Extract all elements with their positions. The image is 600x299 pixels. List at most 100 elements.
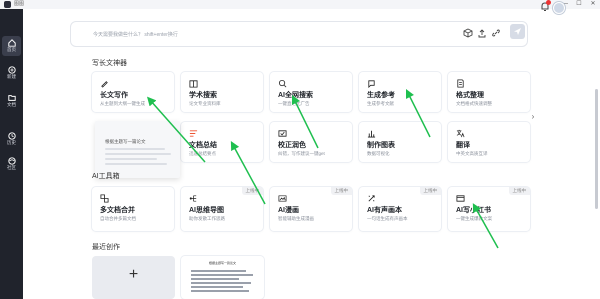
card-title: AI思维导图: [189, 207, 224, 214]
card-audio-book[interactable]: 上线中 AI有声画本 一句话生成有声画本: [359, 187, 441, 231]
close-button[interactable]: ✕: [586, 0, 600, 9]
note-icon: [456, 195, 465, 202]
card-title: 长文写作: [100, 92, 128, 99]
plus-icon: +: [128, 266, 139, 283]
card-title: 格式整理: [456, 92, 484, 99]
app-logo-icon: [4, 1, 11, 8]
section-title-recent: 最近创作: [92, 244, 120, 251]
section-title-long-writing: 写长文神器: [92, 60, 127, 67]
card-title: AI全网搜索: [278, 92, 313, 99]
preview-line: [105, 148, 165, 150]
card-academic-search[interactable]: 学术搜索 论文专业资料库: [181, 72, 263, 112]
card-subtitle: 一键生成爆款文案: [456, 216, 492, 221]
card-subtitle: 一句话生成有声画本: [367, 216, 408, 221]
chat-input[interactable]: 今天需要我做些什么？ shift+enter换行: [93, 31, 178, 38]
audio-book-icon: [368, 195, 375, 202]
avatar[interactable]: [553, 2, 565, 14]
card-title: 学术搜索: [189, 92, 217, 99]
sidebar-item-label: 文档: [7, 102, 16, 107]
card-translate[interactable]: 翻译 中英文高质互译: [448, 122, 530, 162]
community-icon: [7, 157, 16, 165]
send-button[interactable]: [510, 24, 525, 39]
card-generate-reference[interactable]: 生成参考 生成参考文献: [359, 72, 441, 112]
doc-line: [191, 286, 243, 288]
history-icon: [7, 132, 16, 140]
sidebar: 首页 新建 文档 历史 社区: [0, 9, 23, 299]
card-xiaohongshu[interactable]: 上线中 AI写小红书 一键生成爆款文案: [448, 187, 530, 231]
card-subtitle: 文档格式快速调整: [456, 101, 492, 106]
link-icon[interactable]: [491, 28, 501, 38]
format-icon: [457, 79, 464, 88]
status-badge: 上线中: [330, 187, 352, 195]
card-subtitle: 迅速总结要点: [189, 151, 216, 156]
comic-icon: [278, 195, 287, 202]
summary-icon: [189, 130, 198, 137]
maximize-button[interactable]: ☐: [572, 0, 586, 9]
status-badge: 上线中: [419, 187, 441, 195]
sidebar-item-new[interactable]: 新建: [2, 63, 21, 83]
preview-title: 根据主题写一篇论文: [105, 139, 146, 144]
card-title: 生成参考: [367, 92, 395, 99]
card-subtitle: 生成参考文献: [367, 101, 394, 106]
sidebar-item-label: 首页: [7, 47, 16, 52]
doc-line: [191, 290, 249, 292]
card-format[interactable]: 格式整理 文档格式快速调整: [448, 72, 530, 112]
preview-line: [105, 153, 171, 155]
folder-icon: [7, 95, 16, 101]
sidebar-item-label: 历史: [7, 140, 16, 145]
sidebar-item-label: 社区: [7, 165, 16, 170]
card-subtitle: 智能辅助生成漫画: [278, 216, 314, 221]
card-proofread[interactable]: 校正润色 纠错，写作建议一键get: [270, 122, 352, 162]
card-web-search[interactable]: AI全网搜索 一键直达无广告: [270, 72, 352, 112]
preview-line: [105, 158, 157, 160]
translate-icon: [456, 129, 465, 138]
card-long-writing[interactable]: 长文写作 从主题到大纲一键生成: [92, 72, 174, 112]
sidebar-item-home[interactable]: 首页: [2, 36, 21, 56]
search-icon: [278, 79, 287, 88]
card-subtitle: 论文专业资料库: [189, 101, 221, 106]
cube-icon[interactable]: [463, 28, 473, 38]
new-creation-button[interactable]: +: [92, 256, 175, 299]
card-subtitle: 纠错，写作建议一键get: [278, 151, 325, 156]
card-mindmap[interactable]: 上线中 AI思维导图 助你发散工作思路: [181, 187, 263, 231]
sidebar-item-community[interactable]: 社区: [2, 154, 21, 174]
card-chart[interactable]: 制作图表 数据可视化: [359, 122, 441, 162]
sidebar-item-docs[interactable]: 文档: [2, 91, 21, 111]
card-subtitle: 自动合并多篇文档: [100, 216, 136, 221]
section-title-ai-tools: AI工具箱: [92, 173, 120, 180]
doc-line: [191, 274, 253, 276]
status-badge: 上线中: [241, 187, 263, 195]
preview-popup: 根据主题写一篇论文: [95, 121, 180, 178]
status-badge: 上线中: [508, 187, 530, 195]
quote-icon: [368, 80, 375, 88]
card-title: 翻译: [456, 142, 470, 149]
card-subtitle: 中英文高质互译: [456, 151, 488, 156]
doc-line: [191, 278, 239, 280]
upload-icon[interactable]: [477, 28, 487, 38]
card-comic[interactable]: 上线中 AI漫画 智能辅助生成漫画: [270, 187, 352, 231]
scrollbar-thumb[interactable]: [595, 89, 598, 209]
card-title: AI漫画: [278, 207, 299, 214]
card-summary[interactable]: 文档总结 迅速总结要点: [181, 122, 263, 162]
title-bar: 图图 — ☐ ✕: [0, 0, 600, 9]
send-icon: [514, 28, 521, 35]
merge-icon: [100, 194, 109, 203]
carousel-next-button[interactable]: ›: [528, 112, 538, 122]
card-subtitle: 助你发散工作思路: [189, 216, 225, 221]
card-title: 多文档合并: [100, 207, 135, 214]
recent-doc-card[interactable]: 根据主题写一篇论文: [181, 256, 264, 299]
check-icon: [278, 130, 287, 137]
home-icon: [7, 39, 16, 47]
chart-icon: [367, 130, 376, 138]
preview-line: [105, 163, 167, 165]
card-title: 校正润色: [278, 142, 306, 149]
chat-input-box[interactable]: 今天需要我做些什么？ shift+enter换行: [70, 21, 528, 47]
card-subtitle: 数据可视化: [367, 151, 390, 156]
sidebar-item-history[interactable]: 历史: [2, 129, 21, 149]
card-subtitle: 一键直达无广告: [278, 101, 310, 106]
new-icon: [7, 66, 16, 74]
card-title: AI有声画本: [367, 207, 402, 214]
pen-icon: [101, 81, 108, 88]
card-merge-docs[interactable]: 多文档合并 自动合并多篇文档: [92, 187, 174, 231]
sidebar-item-label: 新建: [7, 74, 16, 79]
